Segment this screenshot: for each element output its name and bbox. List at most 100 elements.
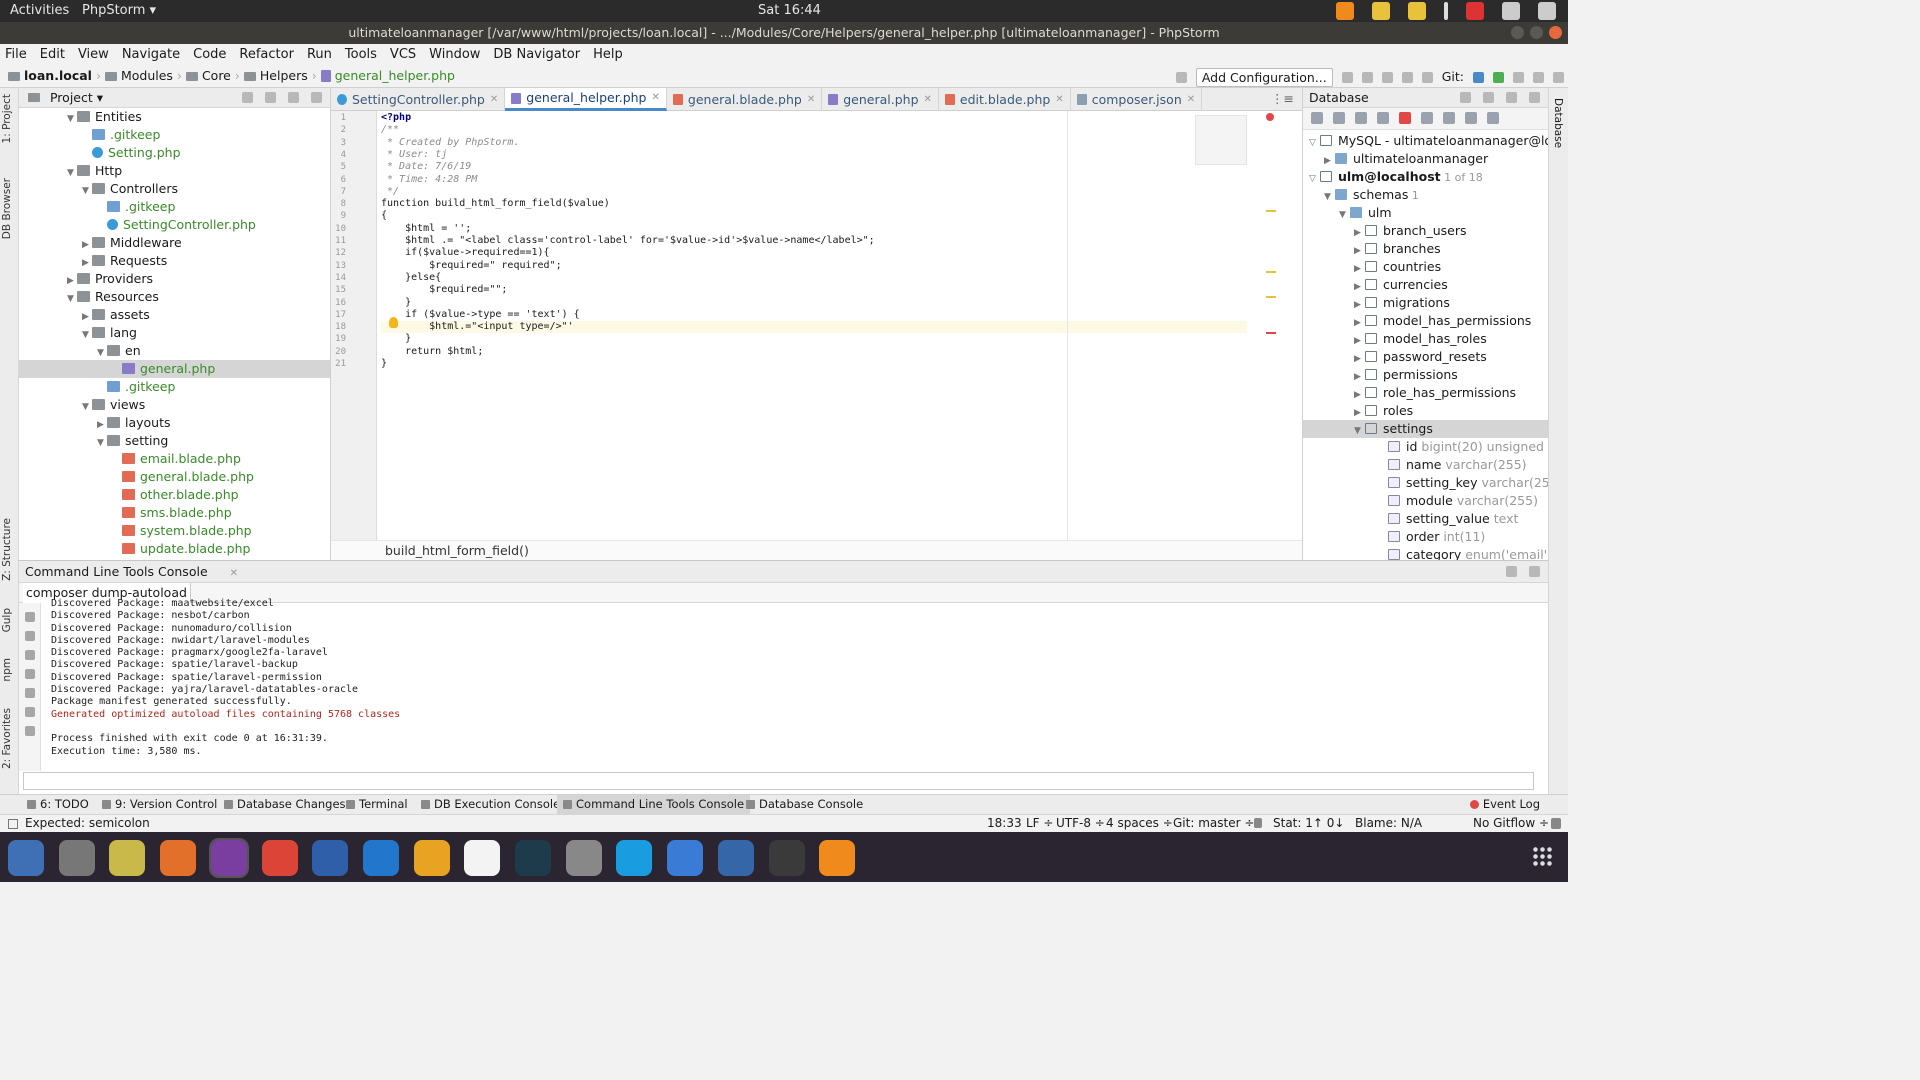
menu-refactor[interactable]: Refactor bbox=[239, 44, 294, 65]
editor-tab[interactable]: SettingController.php ✕ bbox=[331, 88, 506, 111]
code-line[interactable]: { bbox=[381, 210, 1247, 222]
editor-tab[interactable]: general.blade.php ✕ bbox=[667, 88, 823, 111]
mysql-workbench-icon[interactable] bbox=[312, 840, 349, 876]
editor-tab[interactable]: general_helper.php ✕ bbox=[505, 88, 667, 111]
battery-icon[interactable] bbox=[1538, 2, 1556, 20]
database-tree-item[interactable]: ▶ roles bbox=[1303, 402, 1548, 420]
search-icon[interactable] bbox=[1553, 71, 1564, 83]
gitkraken-icon[interactable] bbox=[515, 840, 551, 876]
menu-navigate[interactable]: Navigate bbox=[122, 44, 180, 65]
git-stat[interactable]: Stat: 1↑ 0↓ bbox=[1273, 815, 1344, 832]
project-tree-item[interactable]: .gitkeep bbox=[19, 126, 330, 144]
bottom-tab[interactable]: Terminal bbox=[346, 795, 408, 814]
database-tree-item[interactable]: ▼ schemas 1 bbox=[1303, 186, 1548, 204]
bottom-tab[interactable]: 9: Version Control bbox=[102, 795, 217, 814]
database-tree-item[interactable]: setting_key varchar(255) bbox=[1303, 474, 1548, 492]
project-tree-item[interactable]: ▶ Middleware bbox=[19, 234, 330, 252]
menu-help[interactable]: Help bbox=[593, 44, 623, 65]
files-icon[interactable] bbox=[58, 840, 95, 876]
breadcrumb-core[interactable]: Core bbox=[202, 65, 231, 87]
breadcrumb-project[interactable]: loan.local bbox=[24, 65, 92, 87]
vlc-tray-icon[interactable] bbox=[1336, 2, 1354, 20]
database-tree-item[interactable]: ▶ branches bbox=[1303, 240, 1548, 258]
warning-mark[interactable] bbox=[1266, 210, 1276, 212]
project-tree-item[interactable]: sms.blade.php bbox=[19, 504, 330, 522]
console-command-input[interactable] bbox=[23, 772, 1534, 790]
project-tree-item[interactable]: ▶ assets bbox=[19, 306, 330, 324]
print-icon[interactable] bbox=[25, 707, 35, 717]
menu-vcs[interactable]: VCS bbox=[390, 44, 416, 65]
status-toggle-icon[interactable] bbox=[8, 819, 18, 829]
bottom-tab[interactable]: Database Console bbox=[746, 795, 863, 814]
shutter-icon[interactable] bbox=[362, 840, 399, 876]
tab-menu-icon[interactable]: ⋮≡ bbox=[1263, 88, 1302, 110]
error-stripe[interactable] bbox=[1254, 111, 1294, 540]
project-tree-item[interactable]: ▼ Entities bbox=[19, 108, 330, 126]
hide-icon[interactable] bbox=[1529, 566, 1540, 577]
minimize-icon[interactable] bbox=[1511, 26, 1524, 39]
folder-sync-tray-icon[interactable] bbox=[1408, 2, 1426, 20]
tool-structure[interactable]: Z: Structure bbox=[1, 518, 13, 581]
stop-icon[interactable] bbox=[25, 612, 35, 622]
terminal-icon[interactable] bbox=[768, 840, 805, 876]
git-update-icon[interactable] bbox=[1473, 71, 1484, 83]
help-icon[interactable] bbox=[667, 840, 704, 876]
database-tree-item[interactable]: ▼ ulm bbox=[1303, 204, 1548, 222]
code-line[interactable]: * Time: 4:28 PM bbox=[381, 174, 1247, 186]
code-line[interactable]: $html = ''; bbox=[381, 223, 1247, 235]
app-menu-button[interactable]: PhpStorm ▾ bbox=[82, 3, 156, 18]
project-tree-item[interactable]: Setting.php bbox=[19, 144, 330, 162]
project-tree-item[interactable]: other.blade.php bbox=[19, 486, 330, 504]
bottom-tab[interactable]: 6: TODO bbox=[27, 795, 89, 814]
remmina-icon[interactable] bbox=[717, 840, 754, 876]
phpstorm-icon[interactable] bbox=[208, 838, 249, 878]
globe-icon[interactable] bbox=[1460, 92, 1471, 103]
breadcrumb-helpers[interactable]: Helpers bbox=[260, 65, 308, 87]
editor-tab[interactable]: general.php ✕ bbox=[822, 88, 939, 111]
code-minimap[interactable] bbox=[1195, 115, 1247, 165]
project-view-selector[interactable]: Project ▾ bbox=[50, 90, 103, 105]
database-tree-item[interactable]: ▶ model_has_permissions bbox=[1303, 312, 1548, 330]
bottom-tab[interactable]: DB Execution Console bbox=[421, 795, 560, 814]
project-tree-item[interactable]: ▼ views bbox=[19, 396, 330, 414]
database-tree-item[interactable]: ▶ permissions bbox=[1303, 366, 1548, 384]
code-line[interactable]: */ bbox=[381, 186, 1247, 198]
folder-tray-icon[interactable] bbox=[1372, 2, 1390, 20]
code-line[interactable]: * Created by PhpStorm. bbox=[381, 137, 1247, 149]
project-tree-item[interactable]: .gitkeep bbox=[19, 378, 330, 396]
gear-icon[interactable] bbox=[288, 92, 299, 103]
filter-icon[interactable] bbox=[1487, 112, 1499, 124]
close-tab-icon[interactable]: ✕ bbox=[1187, 89, 1195, 111]
git-history-icon[interactable] bbox=[1513, 71, 1524, 83]
sync-icon[interactable] bbox=[1377, 112, 1389, 124]
code-editor[interactable]: 1 2 3 4 5 6 7 8 9 10 11 12 13 14 15 16 17 18 19 20 21 <?php /… bbox=[331, 111, 1302, 540]
trash-icon[interactable] bbox=[25, 726, 35, 736]
layout-icon[interactable] bbox=[1175, 71, 1187, 83]
line-separator[interactable]: LF ÷ bbox=[1026, 815, 1053, 832]
console-output[interactable]: Discovered Package: maatwebsite/excel Dis… bbox=[51, 598, 400, 758]
sublime-text-icon[interactable] bbox=[413, 840, 450, 876]
warning-mark[interactable] bbox=[1266, 271, 1276, 273]
locate-icon[interactable] bbox=[242, 92, 253, 103]
project-tree-item[interactable]: SettingController.php bbox=[19, 216, 330, 234]
editor-tab[interactable]: composer.json ✕ bbox=[1071, 88, 1203, 111]
close-tab-icon[interactable]: ✕ bbox=[924, 89, 932, 111]
project-tree-item[interactable]: email.blade.php bbox=[19, 450, 330, 468]
project-tree-item[interactable]: ▼ Http bbox=[19, 162, 330, 180]
project-tree-item[interactable]: update.blade.php bbox=[19, 540, 330, 558]
editor-tab[interactable]: edit.blade.php ✕ bbox=[939, 88, 1071, 111]
gitflow-status[interactable]: No Gitflow ÷ bbox=[1473, 815, 1549, 832]
event-log-button[interactable]: Event Log bbox=[1469, 795, 1540, 814]
code-line[interactable]: * Date: 7/6/19 bbox=[381, 161, 1247, 173]
project-tree-item[interactable]: ▶ Requests bbox=[19, 252, 330, 270]
tool-npm[interactable]: npm bbox=[1, 658, 13, 682]
project-tree-item[interactable]: ▼ Resources bbox=[19, 288, 330, 306]
scroll-up-icon[interactable] bbox=[25, 631, 35, 641]
skype-icon[interactable] bbox=[616, 840, 653, 876]
clock[interactable]: Sat 16:44 bbox=[758, 3, 821, 18]
breadcrumb-modules[interactable]: Modules bbox=[121, 65, 173, 87]
maximize-icon[interactable] bbox=[1530, 26, 1543, 39]
current-function[interactable]: build_html_form_field() bbox=[385, 543, 529, 558]
close-console-icon[interactable]: ✕ bbox=[230, 568, 238, 579]
git-blame[interactable]: Blame: N/A bbox=[1355, 815, 1422, 832]
